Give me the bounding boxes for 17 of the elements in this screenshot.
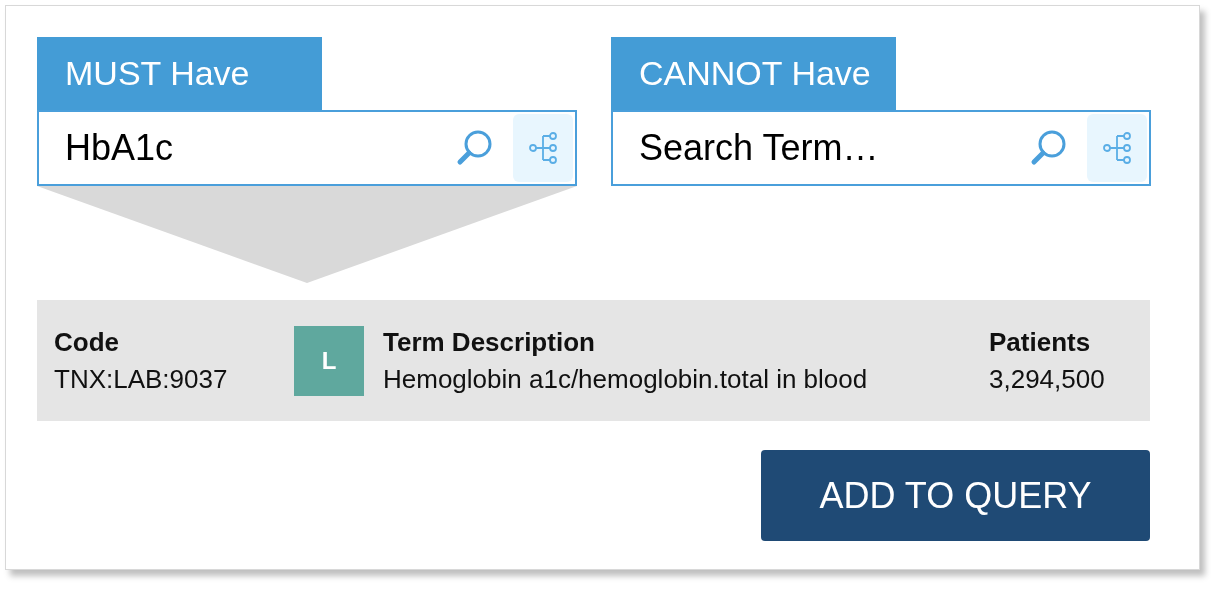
hierarchy-button[interactable] bbox=[1087, 114, 1147, 182]
search-bar[interactable]: Search Term… bbox=[611, 110, 1151, 186]
column-heading: Code bbox=[54, 326, 120, 358]
hierarchy-icon bbox=[528, 131, 558, 165]
type-badge: L bbox=[294, 325, 364, 396]
column-heading: Term Description bbox=[383, 326, 596, 358]
hierarchy-button[interactable] bbox=[513, 114, 573, 182]
hierarchy-icon bbox=[1102, 131, 1132, 165]
search-bar[interactable]: HbA1c bbox=[37, 110, 577, 186]
result-row[interactable]: Code TNX:LAB:9037 L Term Description Hemoglobin a1c/hemoglobin.total in blood Patients 3,294,500 bbox=[37, 300, 1150, 421]
term-description: Hemoglobin a1c/hemoglobin.total in blood bbox=[383, 363, 869, 395]
search-field[interactable]: Search Term… bbox=[613, 126, 1029, 170]
add-to-query-button[interactable]: ADD TO QUERY bbox=[761, 450, 1150, 541]
column-heading: Patients bbox=[989, 326, 1092, 358]
patient-count: 3,294,500 bbox=[989, 363, 1105, 395]
code-value: TNX:LAB:9037 bbox=[54, 363, 229, 395]
search-field[interactable]: HbA1c bbox=[39, 126, 455, 170]
